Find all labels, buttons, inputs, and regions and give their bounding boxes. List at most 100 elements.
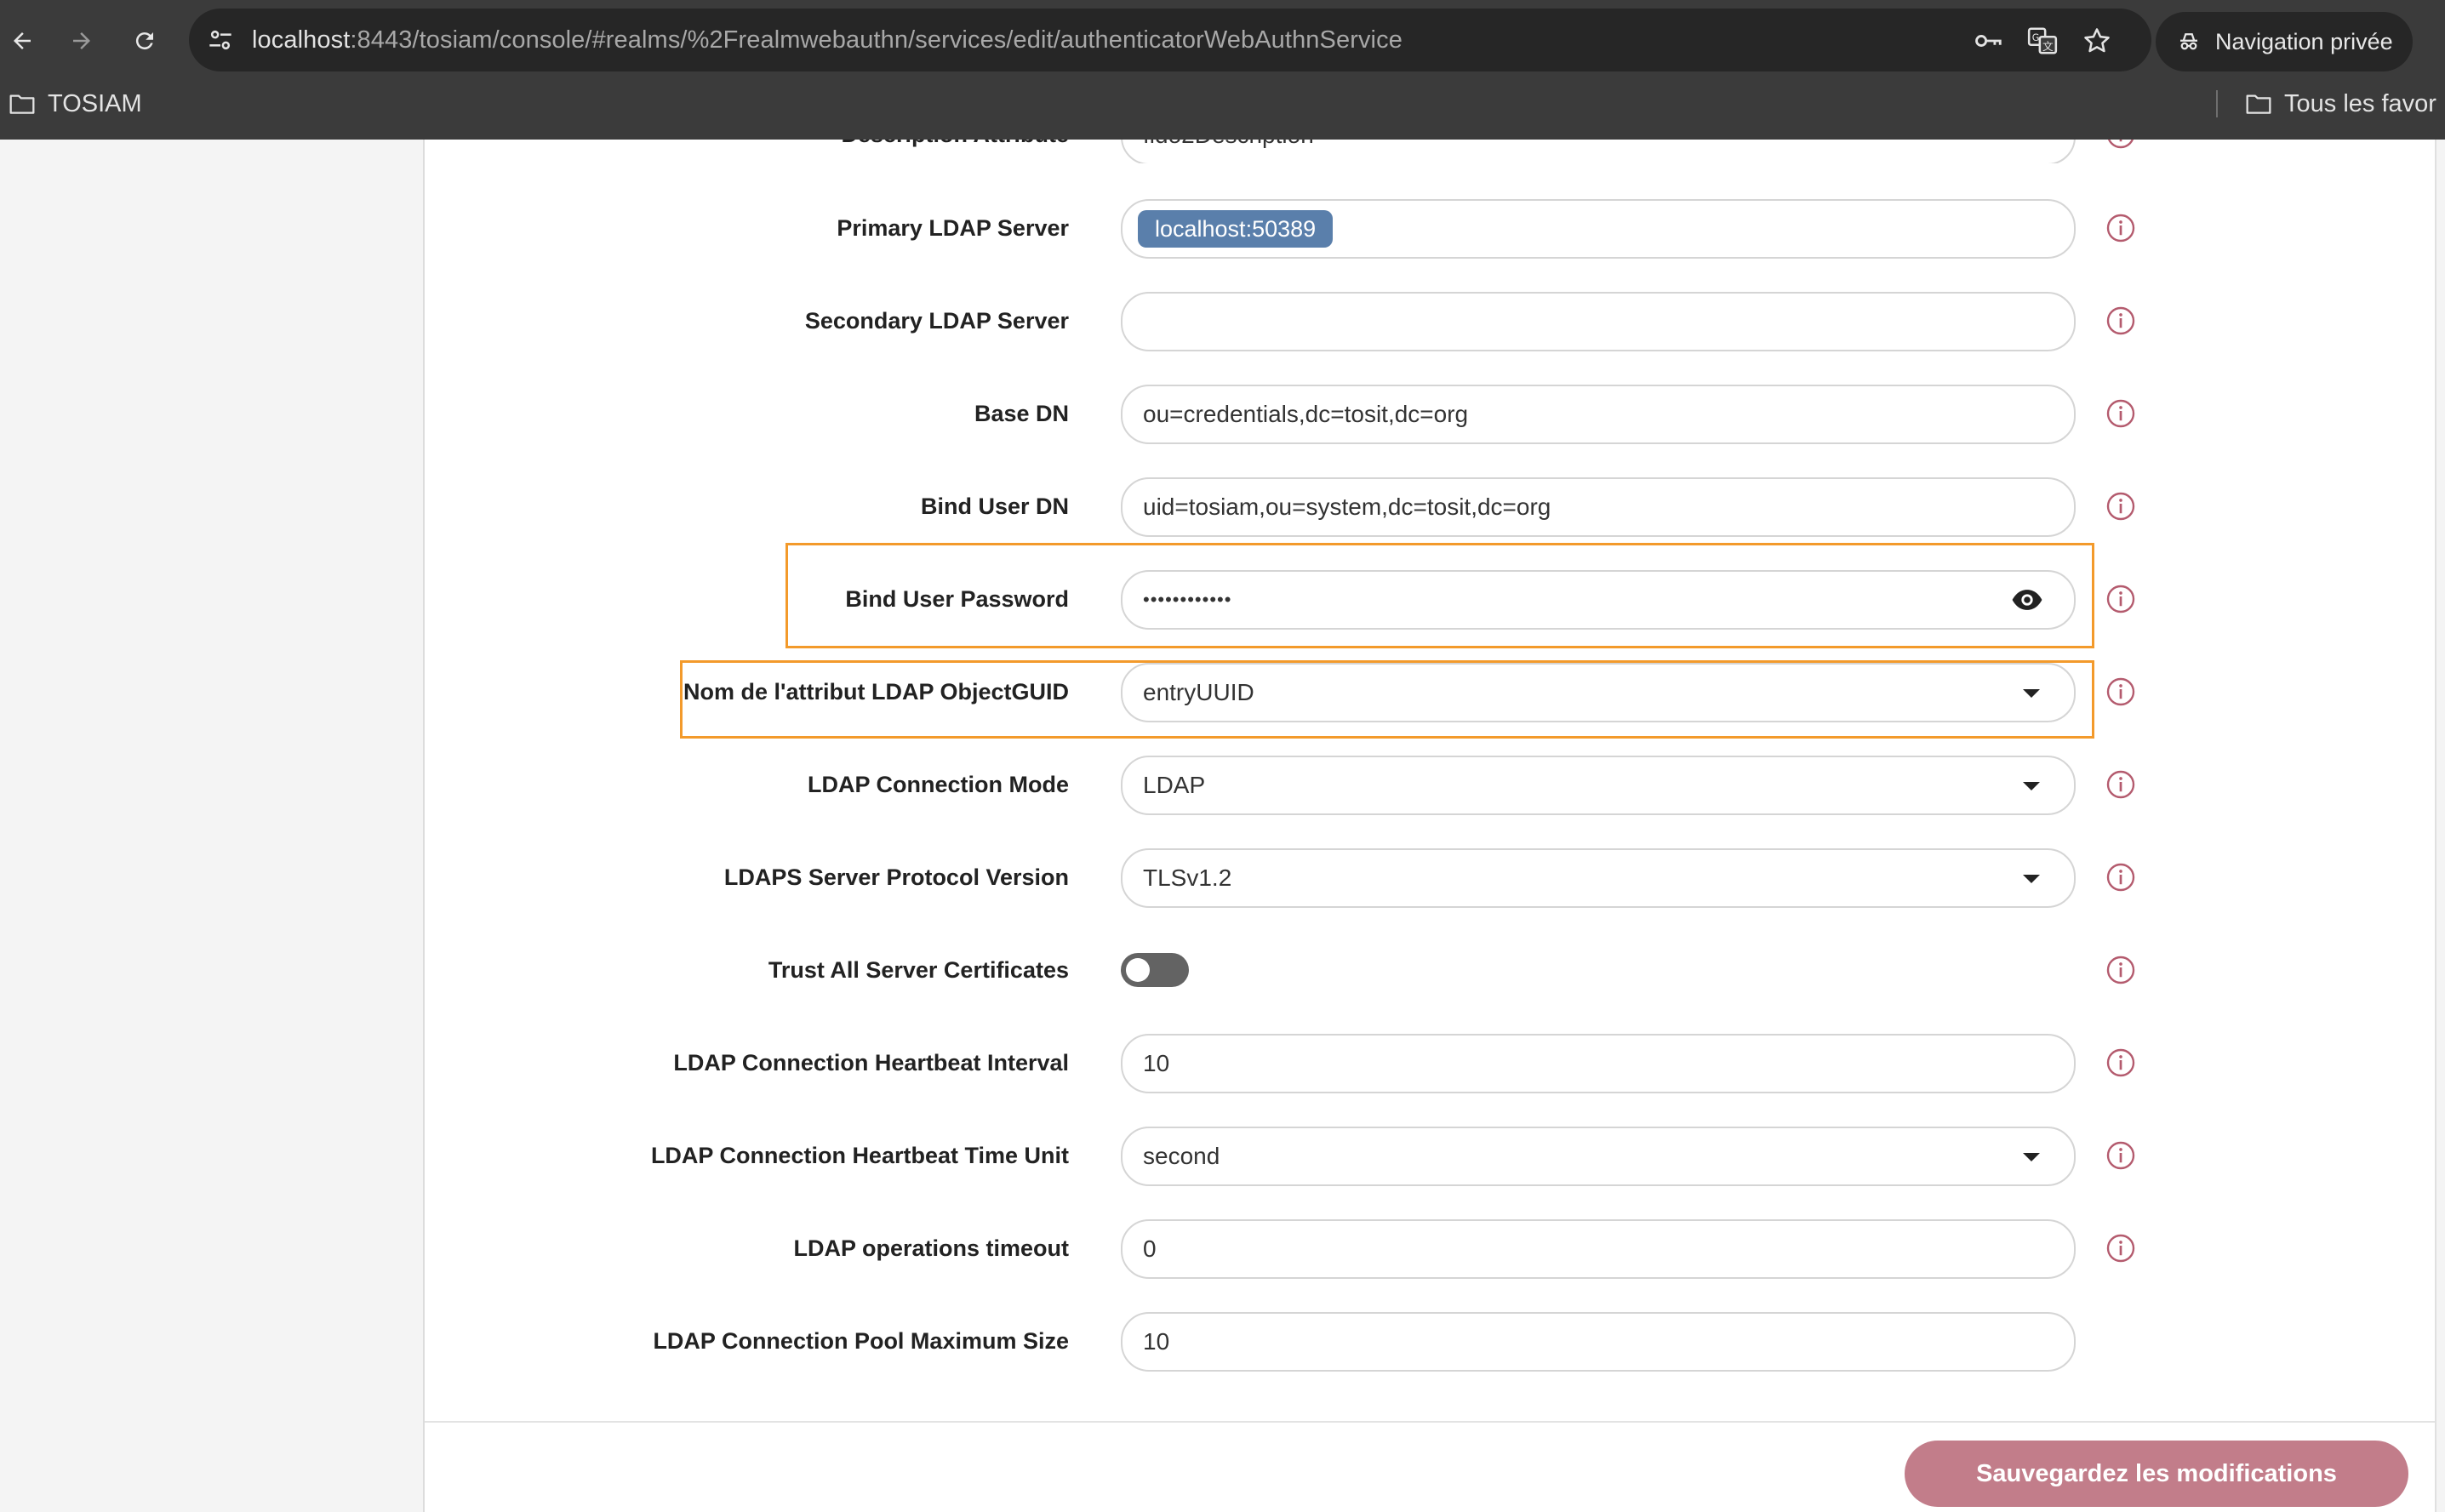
dropdown-caret-icon [2023, 875, 2040, 883]
bookmark-label: Tous les favor [2284, 89, 2436, 117]
svg-text:文: 文 [2042, 40, 2054, 53]
info-icon[interactable] [2105, 584, 2136, 614]
info-icon[interactable] [2105, 213, 2136, 243]
form-row-bind-user-dn: Bind User DN uid=tosiam,ou=system,dc=tos… [0, 477, 2445, 537]
address-bar[interactable]: localhost:8443/tosiam/console/#realms/%2… [189, 9, 2151, 71]
info-icon[interactable] [2105, 1233, 2136, 1264]
star-icon [2084, 28, 2110, 53]
bookmark-folder-all[interactable]: Tous les favor [2245, 85, 2436, 123]
browser-toolbar: localhost:8443/tosiam/console/#realms/%2… [0, 0, 2445, 140]
save-changes-button[interactable]: Sauvegardez les modifications [1905, 1441, 2408, 1507]
field-label: Nom de l'attribut LDAP ObjectGUID [683, 679, 1069, 705]
primary-ldap-server-input[interactable]: localhost:50389 [1121, 199, 2076, 259]
field-label: LDAP Connection Heartbeat Interval [673, 1050, 1069, 1076]
forward-icon [73, 32, 90, 49]
form-row-operations-timeout: LDAP operations timeout 0 [0, 1219, 2445, 1279]
bookmark-star-button[interactable] [2080, 24, 2114, 58]
field-label: LDAP Connection Pool Maximum Size [653, 1328, 1069, 1354]
field-value: second [1143, 1143, 1220, 1169]
folder-icon [2246, 94, 2271, 114]
form-row-ldap-connection-mode: LDAP Connection Mode LDAP [0, 756, 2445, 815]
field-label: Bind User Password [845, 586, 1069, 612]
info-icon[interactable] [2105, 491, 2136, 522]
form-row-bind-user-password: Bind User Password •••••••••••• [0, 570, 2445, 630]
info-icon[interactable] [2105, 398, 2136, 429]
form-row-trust-all-certificates: Trust All Server Certificates [0, 941, 2445, 999]
url-host: localhost [252, 26, 351, 54]
toggle-knob [1126, 958, 1150, 982]
svg-text:G: G [2032, 32, 2040, 43]
bookmarks-separator [2216, 90, 2218, 117]
field-value: entryUUID [1143, 679, 1254, 705]
dropdown-caret-icon [2023, 782, 2040, 790]
field-value: 10 [1143, 1050, 1170, 1076]
reload-icon [135, 32, 153, 50]
field-label: Secondary LDAP Server [804, 308, 1069, 334]
field-label: Trust All Server Certificates [768, 957, 1069, 983]
translate-icon: 文G [2027, 27, 2058, 54]
url-text[interactable]: localhost:8443/tosiam/console/#realms/%2… [252, 9, 1402, 71]
info-icon[interactable] [2105, 769, 2136, 800]
objectguid-attribute-select[interactable]: entryUUID [1121, 663, 2076, 722]
field-label: Bind User DN [920, 494, 1069, 519]
field-label: LDAPS Server Protocol Version [723, 864, 1069, 890]
field-label: LDAP Connection Mode [808, 772, 1069, 797]
form-row-secondary-ldap-server: Secondary LDAP Server [0, 292, 2445, 351]
info-icon[interactable] [2105, 305, 2136, 336]
private-browsing-indicator[interactable]: Navigation privée [2156, 12, 2413, 71]
field-value: LDAP [1143, 772, 1206, 798]
form-row-heartbeat-interval: LDAP Connection Heartbeat Interval 10 [0, 1034, 2445, 1093]
site-settings-icon[interactable] [204, 24, 237, 56]
field-label: Primary LDAP Server [837, 215, 1069, 241]
field-value: 10 [1143, 1328, 1170, 1355]
form-row-base-dn: Base DN ou=credentials,dc=tosit,dc=org [0, 385, 2445, 444]
form-row-heartbeat-time-unit: LDAP Connection Heartbeat Time Unit seco… [0, 1127, 2445, 1186]
form-row-objectguid-attribute: Nom de l'attribut LDAP ObjectGUID entryU… [0, 663, 2445, 722]
base-dn-input[interactable]: ou=credentials,dc=tosit,dc=org [1121, 385, 2076, 444]
bind-user-password-input[interactable]: •••••••••••• [1121, 570, 2076, 630]
info-icon[interactable] [2105, 955, 2136, 985]
forward-button[interactable] [61, 20, 102, 61]
folder-icon [9, 94, 35, 114]
ldaps-protocol-version-select[interactable]: TLSv1.2 [1121, 848, 2076, 908]
field-value: TLSv1.2 [1143, 864, 1232, 891]
field-label: LDAP operations timeout [793, 1235, 1069, 1261]
field-value: ou=credentials,dc=tosit,dc=org [1143, 401, 1469, 427]
trust-all-certificates-toggle[interactable] [1121, 953, 1189, 987]
password-key-button[interactable] [1971, 24, 2005, 58]
form-row-primary-ldap-server: Primary LDAP Server localhost:50389 [0, 199, 2445, 259]
form-row-pool-max-size: LDAP Connection Pool Maximum Size 10 [0, 1312, 2445, 1372]
pool-max-size-input[interactable]: 10 [1121, 1312, 2076, 1372]
heartbeat-interval-input[interactable]: 10 [1121, 1034, 2076, 1093]
reload-button[interactable] [124, 20, 165, 61]
url-path: :8443/tosiam/console/#realms/%2Frealmweb… [350, 26, 1402, 54]
info-icon[interactable] [2105, 862, 2136, 893]
dropdown-caret-icon [2023, 1153, 2040, 1161]
back-icon [14, 32, 31, 49]
ldap-connection-mode-select[interactable]: LDAP [1121, 756, 2076, 815]
field-value: 0 [1143, 1235, 1157, 1262]
back-button[interactable] [2, 20, 43, 61]
operations-timeout-input[interactable]: 0 [1121, 1219, 2076, 1279]
field-value: •••••••••••• [1143, 589, 1232, 610]
field-label: LDAP Connection Heartbeat Time Unit [650, 1143, 1069, 1168]
server-chip[interactable]: localhost:50389 [1138, 210, 1334, 248]
translate-button[interactable]: 文G [2025, 24, 2059, 58]
info-icon[interactable] [2105, 1047, 2136, 1078]
heartbeat-time-unit-select[interactable]: second [1121, 1127, 2076, 1186]
dropdown-caret-icon [2023, 689, 2040, 698]
private-browsing-label: Navigation privée [2215, 28, 2393, 54]
info-icon[interactable] [2105, 1140, 2136, 1171]
bookmark-folder-tosiam[interactable]: TOSIAM [9, 85, 142, 123]
incognito-icon [2180, 33, 2197, 50]
password-key-icon [1975, 35, 2002, 47]
info-icon[interactable] [2105, 676, 2136, 707]
form-row-ldaps-protocol-version: LDAPS Server Protocol Version TLSv1.2 [0, 848, 2445, 908]
eye-icon[interactable] [2011, 586, 2043, 613]
field-label: Base DN [974, 401, 1069, 426]
secondary-ldap-server-input[interactable] [1121, 292, 2076, 351]
bind-user-dn-input[interactable]: uid=tosiam,ou=system,dc=tosit,dc=org [1121, 477, 2076, 537]
footer-divider [425, 1421, 2435, 1423]
bookmark-label: TOSIAM [48, 89, 142, 117]
field-value: uid=tosiam,ou=system,dc=tosit,dc=org [1143, 494, 1551, 520]
